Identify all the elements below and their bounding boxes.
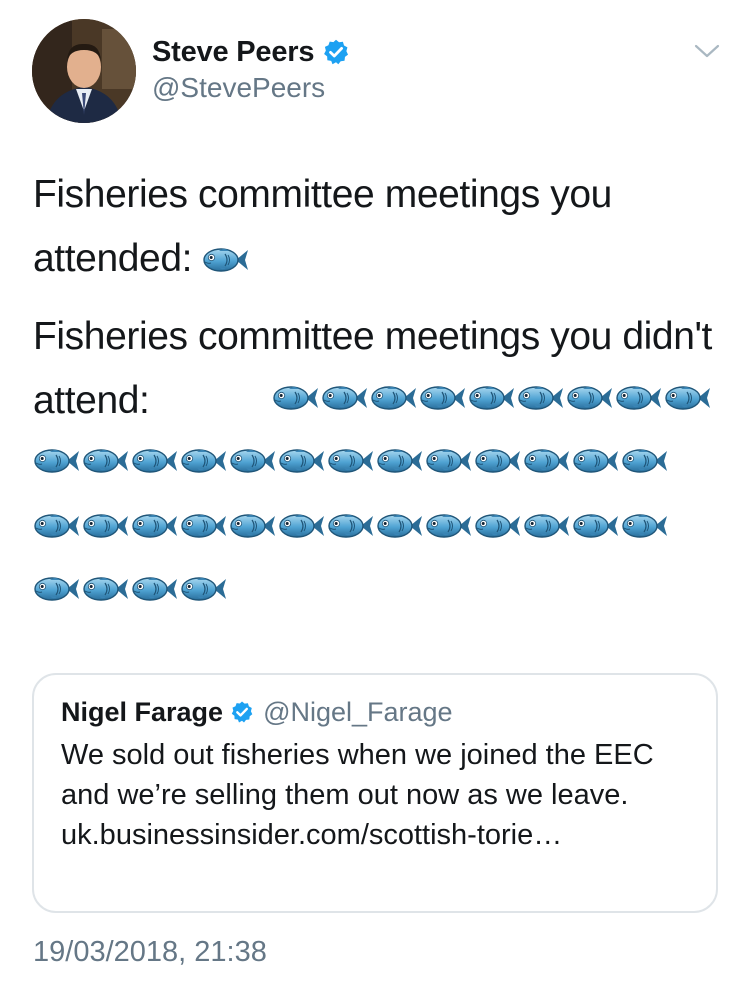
- tweet-line-attended: Fisheries committee meetings you attende…: [33, 173, 612, 280]
- tweet-timestamp[interactable]: 19/03/2018, 21:38: [33, 936, 267, 969]
- fish-emoji: [229, 446, 276, 476]
- fish-emoji: [278, 446, 325, 476]
- fish-row: [33, 574, 229, 614]
- fish-emoji: [376, 511, 423, 541]
- fish-emoji: [327, 511, 374, 541]
- fish-emoji: [327, 446, 374, 476]
- quoted-tweet-text: We sold out fisheries when we joined the…: [61, 739, 654, 851]
- fish-row: [272, 383, 713, 423]
- quoted-author-name: Nigel Farage: [61, 696, 224, 727]
- fish-emoji: [33, 446, 80, 476]
- verified-badge-icon: [324, 39, 349, 65]
- fish-emoji: [131, 574, 178, 604]
- fish-emoji: [202, 245, 249, 275]
- verified-badge-icon: [231, 701, 253, 723]
- fish-emoji: [321, 383, 368, 413]
- fish-emoji: [615, 383, 662, 413]
- fish-emoji: [131, 511, 178, 541]
- fish-emoji: [474, 511, 521, 541]
- fish-emoji: [33, 574, 80, 604]
- fish-emoji: [131, 446, 178, 476]
- author-name-row[interactable]: Steve Peers: [152, 32, 350, 72]
- fish-emoji: [278, 511, 325, 541]
- author-display-name[interactable]: Steve Peers: [152, 36, 314, 69]
- fish-emoji: [425, 511, 472, 541]
- fish-emoji: [523, 446, 570, 476]
- fish-emoji: [425, 446, 472, 476]
- tweet-card: Steve Peers @StevePeers Fisheries commit…: [0, 0, 750, 994]
- fish-emoji: [82, 574, 129, 604]
- fish-emoji: [474, 446, 521, 476]
- fish-emoji: [82, 511, 129, 541]
- fish-emoji: [180, 446, 227, 476]
- quoted-tweet[interactable]: Nigel Farage @Nigel_Farage We sold out f…: [32, 673, 718, 913]
- quoted-author-handle: @Nigel_Farage: [263, 696, 453, 727]
- fish-emoji: [180, 574, 227, 604]
- avatar[interactable]: [32, 19, 136, 123]
- author-handle[interactable]: @StevePeers: [152, 72, 325, 104]
- fish-emoji: [664, 383, 711, 413]
- fish-emoji: [468, 383, 515, 413]
- fish-emoji: [621, 446, 668, 476]
- tweet-text-attended: Fisheries committee meetings you attende…: [33, 163, 723, 291]
- fish-emoji: [376, 446, 423, 476]
- fish-emoji: [517, 383, 564, 413]
- fish-emoji: [370, 383, 417, 413]
- fish-emoji: [566, 383, 613, 413]
- fish-emoji: [572, 446, 619, 476]
- fish-emoji: [272, 383, 319, 413]
- quoted-tweet-header: Nigel Farage @Nigel_Farage: [61, 695, 453, 729]
- fish-row: [33, 511, 670, 551]
- fish-emoji: [621, 511, 668, 541]
- chevron-down-icon[interactable]: [692, 40, 722, 62]
- fish-emoji: [419, 383, 466, 413]
- fish-emoji: [523, 511, 570, 541]
- fish-emoji: [229, 511, 276, 541]
- fish-emoji: [572, 511, 619, 541]
- fish-emoji: [180, 511, 227, 541]
- fish-emoji: [82, 446, 129, 476]
- fish-row: [33, 446, 670, 486]
- fish-emoji: [33, 511, 80, 541]
